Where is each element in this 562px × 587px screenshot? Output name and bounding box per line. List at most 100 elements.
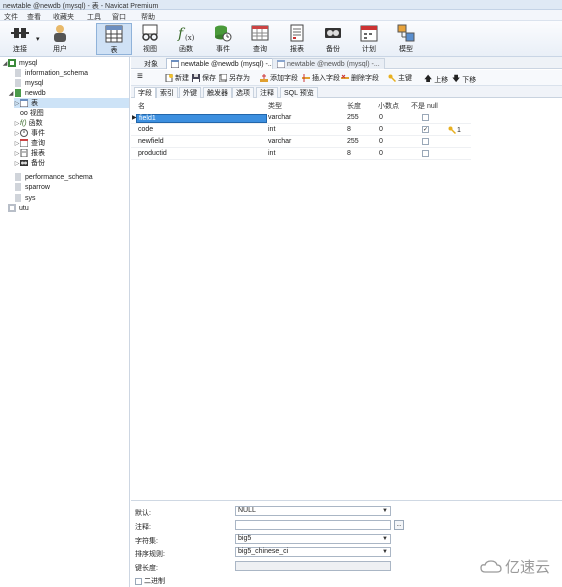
model-button[interactable]: 模型 [388, 23, 424, 55]
column-header-type[interactable]: 类型 [268, 101, 282, 111]
column-header-decimals[interactable]: 小数点 [378, 101, 399, 111]
chevron-down-icon: ▼ [382, 536, 388, 542]
view-button[interactable]: 视图 [132, 23, 168, 55]
tab-objects[interactable]: 对象 [139, 58, 163, 69]
field-name-cell[interactable]: productid [138, 150, 167, 157]
not-null-checkbox[interactable]: ✓ [422, 126, 429, 133]
field-length-cell[interactable]: 8 [347, 150, 351, 157]
tab-triggers[interactable]: 触发器 [203, 87, 232, 98]
column-header-not-null[interactable]: 不是 null [411, 101, 438, 111]
tree-item-views[interactable]: oo 视图 [20, 108, 44, 118]
tree-item-tables[interactable]: ▷ 表 [14, 98, 129, 108]
tab-fields[interactable]: 字段 [134, 87, 156, 98]
connect-button[interactable]: 连接 [2, 23, 38, 55]
connection-icon [8, 204, 16, 212]
tab-foreign-keys[interactable]: 外键 [179, 87, 201, 98]
key-icon [448, 126, 456, 134]
primary-key-button[interactable]: 主键 [388, 73, 412, 83]
field-length-cell[interactable]: 255 [347, 114, 359, 121]
tab-options[interactable]: 选项 [232, 87, 254, 98]
tree-item-functions[interactable]: ▷ f() 函数 [14, 118, 43, 128]
tree-item-queries[interactable]: ▷ 查询 [14, 138, 45, 148]
table-design-icon [171, 60, 179, 68]
query-button[interactable]: 查询 [242, 23, 278, 55]
tab-sql-preview[interactable]: SQL 预览 [280, 87, 318, 98]
collation-select[interactable]: big5_chinese_ci ▼ [235, 547, 391, 557]
table-row[interactable]: ▶ field1 varchar 255 0 [131, 113, 471, 124]
new-button[interactable]: 新建 [165, 73, 189, 83]
field-name-cell[interactable]: code [138, 126, 153, 133]
database-icon [15, 89, 21, 97]
query-icon [251, 25, 269, 41]
comment-expand-button[interactable]: ... [394, 520, 404, 530]
tree-item-information-schema[interactable]: information_schema [14, 68, 88, 78]
tree-item-sys[interactable]: sys [14, 193, 36, 203]
delete-field-button[interactable]: 删除字段 [341, 73, 379, 83]
tree-item-mysql-connection[interactable]: ◢ mysql [2, 58, 37, 68]
field-type-cell[interactable]: varchar [268, 114, 291, 121]
table-row[interactable]: code int 8 0 ✓ 1 [131, 125, 471, 136]
not-null-checkbox[interactable] [422, 138, 429, 145]
save-button[interactable]: 保存 [192, 73, 216, 83]
tree-item-newdb[interactable]: ◢ newdb [8, 88, 46, 98]
report-button[interactable]: 报表 [279, 23, 315, 55]
field-decimals-cell[interactable]: 0 [379, 138, 383, 145]
menu-toggle-button[interactable]: ≡ [137, 72, 143, 82]
save-icon [192, 74, 200, 82]
tree-item-mysql-db[interactable]: mysql [14, 78, 43, 88]
tab-newtable-2[interactable]: newtable @newdb (mysql) -... [272, 58, 385, 69]
table-button[interactable]: 表 [96, 23, 132, 55]
tree-item-reports[interactable]: ▷ 报表 [14, 148, 45, 158]
menu-bar: 文件 查看 收藏夹 工具 窗口 帮助 [0, 10, 562, 21]
default-value-select[interactable]: NULL ▼ [235, 506, 391, 516]
user-button[interactable]: 用户 [42, 23, 78, 55]
binary-checkbox[interactable] [135, 577, 142, 585]
field-name-input[interactable]: field1 [136, 114, 267, 123]
charset-select[interactable]: big5 ▼ [235, 534, 391, 544]
key-length-label: 键长度: [135, 565, 158, 572]
arrow-down-icon: 🡇 [452, 74, 461, 83]
field-name-cell[interactable]: newfield [138, 138, 164, 145]
not-null-checkbox[interactable] [422, 114, 429, 121]
backup-button[interactable]: 备份 [315, 23, 351, 55]
tab-indexes[interactable]: 索引 [156, 87, 178, 98]
table-row[interactable]: productid int 8 0 [131, 149, 471, 160]
comment-field[interactable] [235, 520, 391, 530]
field-decimals-cell[interactable]: 0 [379, 126, 383, 133]
column-header-length[interactable]: 长度 [347, 101, 361, 111]
tree-item-performance-schema[interactable]: performance_schema [14, 172, 93, 182]
field-length-cell[interactable]: 8 [347, 126, 351, 133]
field-length-cell[interactable]: 255 [347, 138, 359, 145]
add-field-button[interactable]: 添加字段 [260, 73, 298, 83]
tree-item-backups[interactable]: ▷ 备份 [14, 158, 45, 168]
event-button[interactable]: 事件 [205, 23, 241, 55]
tab-newtable-active[interactable]: newtable @newdb (mysql) -... [166, 58, 279, 69]
tab-comment[interactable]: 注释 [256, 87, 278, 98]
event-icon [20, 129, 28, 137]
connection-icon [8, 59, 16, 67]
title-bar: newtable @newdb (mysql) - 表 - Navicat Pr… [0, 0, 562, 10]
move-up-button[interactable]: 🡅 上移 [424, 73, 448, 87]
tree-item-sparrow[interactable]: sparrow [14, 182, 50, 192]
column-header-name[interactable]: 名 [138, 101, 145, 111]
tree-item-utu-connection[interactable]: utu [8, 203, 29, 213]
field-type-cell[interactable]: varchar [268, 138, 291, 145]
new-icon [165, 74, 173, 82]
field-type-cell[interactable]: int [268, 126, 275, 133]
insert-field-button[interactable]: 插入字段 [302, 73, 340, 83]
move-down-button[interactable]: 🡇 下移 [452, 73, 476, 87]
cloud-logo-icon [480, 559, 502, 573]
table-row[interactable]: newfield varchar 255 0 [131, 137, 471, 148]
field-type-cell[interactable]: int [268, 150, 275, 157]
save-as-button[interactable]: 另存为 [219, 73, 250, 83]
field-decimals-cell[interactable]: 0 [379, 114, 383, 121]
binary-checkbox-row[interactable]: 二进制 [135, 576, 165, 586]
function-button[interactable]: f (x) 函数 [168, 23, 204, 55]
report-icon [290, 24, 304, 42]
field-decimals-cell[interactable]: 0 [379, 150, 383, 157]
tree-item-events[interactable]: ▷ 事件 [14, 128, 45, 138]
not-null-checkbox[interactable] [422, 150, 429, 157]
key-length-field [235, 561, 391, 571]
schedule-button[interactable]: 计划 [351, 23, 387, 55]
connect-dropdown-icon[interactable]: ▾ [36, 35, 40, 43]
